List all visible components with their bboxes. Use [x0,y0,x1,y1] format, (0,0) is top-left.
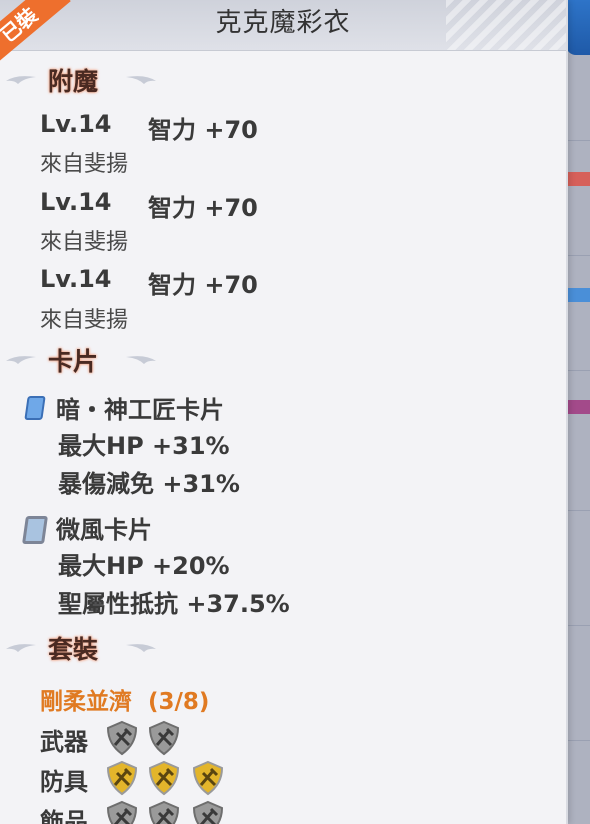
set-badge-inactive-icon [148,720,180,756]
card-effect: 聖屬性抵抗 +37.5% [58,590,290,618]
card-effect: 最大HP +20% [58,552,230,580]
background-divider [566,510,590,511]
background-divider [566,140,590,141]
set-badge-active-icon [106,760,138,796]
section-title-enchant: 附魔 [48,67,99,96]
set-badge-inactive-icon [106,720,138,756]
section-header-set: 套裝 [0,630,300,666]
card-effect: 暴傷減免 +31% [58,470,240,498]
background-divider [566,740,590,741]
item-header: 克克魔彩衣 [0,0,566,51]
left-wing-icon [6,644,36,652]
silver-card-icon [22,516,48,544]
background-window-edge [566,0,590,55]
enchant-level: Lv.14 [40,110,112,138]
set-badge-active-icon [148,760,180,796]
enchant-effect: 智力 +70 [148,194,258,222]
right-wing-icon [126,644,156,652]
card-name: 微風卡片 [56,516,152,544]
enchant-level: Lv.14 [40,265,112,293]
left-wing-icon [6,356,36,364]
enchant-source: 來自斐揚 [40,152,129,177]
enchant-effect: 智力 +70 [148,116,258,144]
set-badge-inactive-icon [106,800,138,824]
right-wing-icon [126,356,156,364]
set-piece-label: 防具 [40,768,88,796]
enchant-source: 來自斐揚 [40,308,129,333]
set-piece-label: 飾品 [40,808,88,824]
section-title-card: 卡片 [48,347,99,376]
background-divider [566,255,590,256]
enchant-effect: 智力 +70 [148,271,258,299]
right-wing-icon [126,76,156,84]
item-title: 克克魔彩衣 [215,8,351,38]
background-divider [566,625,590,626]
section-title-set: 套裝 [48,635,99,664]
blue-card-icon [24,396,46,420]
card-name: 暗・神工匠卡片 [56,396,224,424]
item-detail-panel: 克克魔彩衣 已裝 附魔 Lv.14 智力 +70 來自斐揚 Lv.14 智力 +… [0,0,568,824]
set-badge-inactive-icon [148,800,180,824]
set-piece-label: 武器 [40,728,88,756]
set-badge-active-icon [192,760,224,796]
section-header-enchant: 附魔 [0,62,300,98]
set-name: 剛柔並濟 (3/8) [40,689,210,715]
set-badge-inactive-icon [192,800,224,824]
left-wing-icon [6,76,36,84]
section-header-card: 卡片 [0,342,300,378]
enchant-source: 來自斐揚 [40,230,129,255]
card-effect: 最大HP +31% [58,432,230,460]
background-divider [566,370,590,371]
enchant-level: Lv.14 [40,188,112,216]
